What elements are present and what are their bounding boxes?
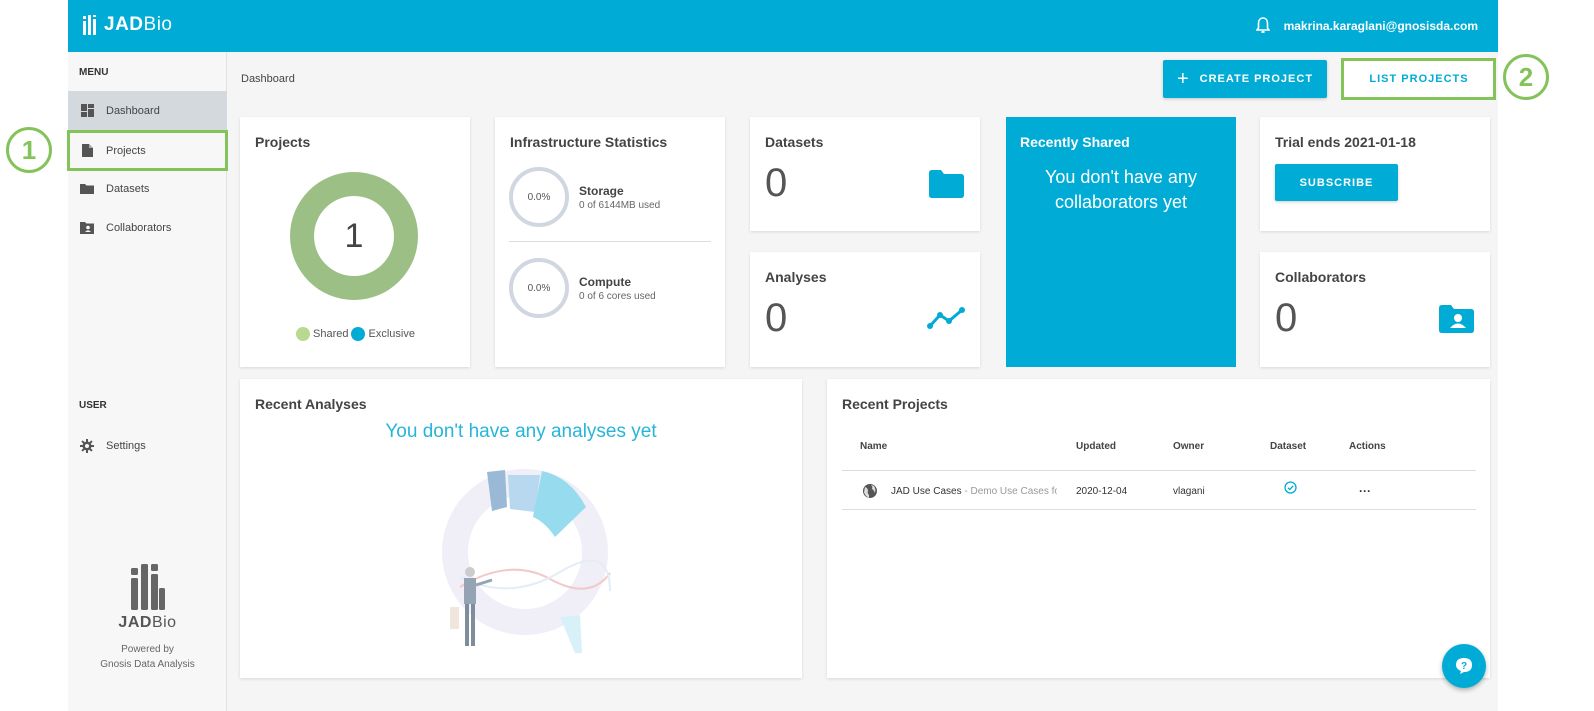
exclusive-legend-dot bbox=[351, 327, 366, 341]
project-actions-menu[interactable]: ··· bbox=[1359, 484, 1371, 498]
storage-stat: 0.0% Storage 0 of 6144MB used bbox=[509, 167, 660, 227]
sidebar-brand: JADBio Powered by Gnosis Data Analysis bbox=[68, 564, 227, 670]
notifications-bell-icon[interactable] bbox=[1255, 17, 1271, 39]
shared-legend-label: Shared bbox=[313, 328, 349, 340]
jadbio-brand-icon bbox=[130, 564, 165, 610]
svg-text:?: ? bbox=[1461, 661, 1467, 672]
jadbio-logo-icon bbox=[83, 15, 96, 35]
empty-analyses-message: You don't have any analyses yet bbox=[385, 421, 657, 442]
project-owner: vlagani bbox=[1173, 486, 1205, 497]
recent-projects-title: Recent Projects bbox=[842, 396, 948, 412]
table-row-divider bbox=[842, 509, 1476, 510]
project-updated: 2020-12-04 bbox=[1076, 486, 1128, 497]
sidebar-item-label: Dashboard bbox=[106, 104, 160, 117]
datasets-count: 0 bbox=[765, 161, 788, 205]
logo-text: JADBio bbox=[104, 14, 173, 35]
exclusive-legend-label: Exclusive bbox=[368, 328, 415, 340]
storage-label: Storage bbox=[579, 183, 624, 198]
recently-shared-card: Recently Shared You don't have any colla… bbox=[1006, 117, 1236, 367]
collaborators-title: Collaborators bbox=[1275, 269, 1367, 285]
compute-stat: 0.0% Compute 0 of 6 cores used bbox=[509, 258, 656, 318]
project-description: - Demo Use Cases for bbox=[964, 486, 1057, 497]
projects-title: Projects bbox=[255, 134, 311, 150]
infrastructure-card: Infrastructure Statistics 0.0% Storage 0… bbox=[495, 117, 725, 367]
recently-shared-title: Recently Shared bbox=[1020, 134, 1130, 150]
help-chat-icon: ? bbox=[1456, 658, 1472, 674]
plus-icon: + bbox=[1176, 68, 1190, 90]
powered-by-text: Powered by bbox=[121, 644, 174, 655]
trend-line-icon bbox=[927, 307, 965, 329]
sidebar-item-label: Settings bbox=[106, 439, 146, 452]
globe-icon bbox=[863, 484, 877, 498]
column-header-owner[interactable]: Owner bbox=[1173, 441, 1204, 452]
collaborators-count: 0 bbox=[1275, 296, 1298, 340]
user-email-menu[interactable]: makrina.karaglani@gnosisda.com bbox=[1284, 19, 1478, 33]
column-header-actions: Actions bbox=[1349, 441, 1386, 452]
create-project-button[interactable]: + CREATE PROJECT bbox=[1163, 60, 1327, 98]
top-bar: JADBio makrina.karaglani@gnosisda.com bbox=[68, 0, 1498, 52]
analyses-title: Analyses bbox=[765, 269, 827, 285]
collaborators-card[interactable]: Collaborators 0 bbox=[1260, 252, 1490, 367]
callout-number-1: 1 bbox=[6, 127, 52, 173]
recent-analyses-card: Recent Analyses You don't have any analy… bbox=[240, 379, 802, 678]
column-header-updated[interactable]: Updated bbox=[1076, 441, 1116, 452]
compute-label: Compute bbox=[579, 274, 631, 289]
callout-highlight-list-projects bbox=[1341, 58, 1496, 100]
dataset-check-icon bbox=[1284, 481, 1297, 494]
projects-donut-chart: 1 bbox=[290, 172, 418, 300]
company-name: Gnosis Data Analysis bbox=[100, 659, 195, 670]
storage-detail: 0 of 6144MB used bbox=[579, 199, 661, 211]
compute-gauge: 0.0% bbox=[509, 258, 569, 318]
menu-heading: MENU bbox=[79, 67, 109, 78]
callout-highlight-projects bbox=[67, 130, 228, 171]
sidebar-item-datasets[interactable]: Datasets bbox=[68, 169, 227, 208]
trial-title: Trial ends 2021-01-18 bbox=[1275, 134, 1416, 150]
analyses-card[interactable]: Analyses 0 bbox=[750, 252, 980, 367]
sidebar-item-label: Datasets bbox=[106, 182, 150, 195]
breadcrumb[interactable]: Dashboard bbox=[241, 73, 295, 85]
folder-icon bbox=[929, 170, 964, 198]
recent-projects-card: Recent Projects bbox=[827, 379, 1490, 678]
user-heading: USER bbox=[79, 400, 107, 411]
datasets-card[interactable]: Datasets 0 bbox=[750, 117, 980, 231]
column-header-name[interactable]: Name bbox=[860, 441, 887, 452]
sidebar-item-dashboard[interactable]: Dashboard bbox=[68, 91, 227, 130]
empty-state-illustration bbox=[442, 469, 611, 653]
help-button[interactable]: ? bbox=[1442, 644, 1486, 688]
table-row[interactable]: JAD Use Cases - Demo Use Cases for bbox=[842, 472, 1476, 509]
recently-shared-message: You don't have any collaborators yet bbox=[1045, 167, 1197, 212]
project-name-cell: JAD Use Cases - Demo Use Cases for bbox=[891, 486, 1057, 497]
storage-gauge: 0.0% bbox=[509, 167, 569, 227]
create-project-label: CREATE PROJECT bbox=[1199, 73, 1314, 85]
app-window: JADBio makrina.karaglani@gnosisda.com ME… bbox=[68, 0, 1498, 711]
stats-divider bbox=[509, 241, 711, 242]
sidebar-item-settings[interactable]: Settings bbox=[68, 426, 227, 465]
sidebar-item-label: Collaborators bbox=[106, 221, 172, 234]
callout-number-2: 2 bbox=[1503, 54, 1549, 100]
column-header-dataset[interactable]: Dataset bbox=[1270, 441, 1306, 452]
projects-count: 1 bbox=[314, 196, 394, 276]
projects-legend: Shared Exclusive bbox=[296, 327, 415, 341]
analyses-count: 0 bbox=[765, 296, 788, 340]
project-name[interactable]: JAD Use Cases bbox=[891, 486, 962, 497]
dashboard-icon bbox=[80, 104, 94, 118]
infrastructure-title: Infrastructure Statistics bbox=[510, 134, 668, 150]
contacts-folder-icon bbox=[80, 221, 94, 235]
shared-legend-dot bbox=[296, 327, 310, 341]
recent-analyses-title: Recent Analyses bbox=[255, 396, 367, 412]
folder-icon bbox=[80, 182, 94, 196]
subscribe-button[interactable]: SUBSCRIBE bbox=[1275, 164, 1398, 201]
trial-card: Trial ends 2021-01-18 SUBSCRIBE bbox=[1260, 117, 1490, 231]
compute-detail: 0 of 6 cores used bbox=[579, 290, 656, 302]
datasets-title: Datasets bbox=[765, 134, 824, 150]
app-logo[interactable]: JADBio bbox=[83, 14, 172, 36]
contacts-folder-icon bbox=[1439, 305, 1474, 333]
sidebar-item-collaborators[interactable]: Collaborators bbox=[68, 208, 227, 247]
table-header-divider bbox=[842, 470, 1476, 471]
brand-name: JADBio bbox=[118, 614, 177, 631]
projects-card[interactable]: Projects 1 Shared Exclusive bbox=[240, 117, 470, 367]
gear-icon bbox=[80, 438, 94, 453]
